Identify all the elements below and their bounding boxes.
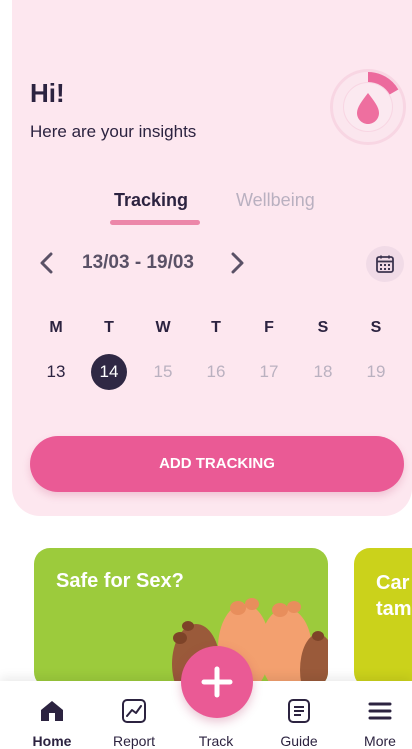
home-screen: Hi! Here are your insights Tracking Well… <box>0 0 412 749</box>
weekday-label: W <box>155 319 171 336</box>
calendar-icon <box>376 255 394 273</box>
date-cell[interactable]: 17 <box>251 354 287 390</box>
weekday-label: S <box>317 319 329 336</box>
chart-icon <box>122 699 146 723</box>
date-cell[interactable]: 16 <box>198 354 234 390</box>
nav-guide-label: Guide <box>280 733 318 749</box>
date-cell[interactable]: 13 <box>38 354 74 390</box>
article-card-safe-for-sex[interactable]: Safe for Sex? <box>34 548 328 688</box>
weekday-row: M T W T F S S <box>12 310 412 340</box>
nav-more[interactable]: More <box>345 681 412 749</box>
greeting-title: Hi! <box>30 78 65 108</box>
calendar-button[interactable] <box>366 246 404 282</box>
menu-icon <box>368 702 392 720</box>
article-title: Car tam <box>376 572 412 620</box>
nav-home-label: Home <box>32 733 72 749</box>
date-cell[interactable]: 18 <box>305 354 341 390</box>
date-cell[interactable]: 15 <box>145 354 181 390</box>
add-tracking-button[interactable]: ADD TRACKING <box>30 436 404 492</box>
insights-subtitle: Here are your insights <box>30 122 197 141</box>
weekday-label: T <box>211 319 221 336</box>
date-cell-selected[interactable]: 14 <box>91 354 127 390</box>
week-range-label: 13/03 - 19/03 <box>82 252 194 273</box>
home-icon <box>41 701 63 721</box>
weekday-label: M <box>49 319 63 336</box>
weekday-label: F <box>264 319 274 336</box>
droplet-ring-icon[interactable] <box>328 67 408 147</box>
date-row: 13 14 15 16 17 18 19 <box>12 354 412 390</box>
weekday-label: S <box>370 319 382 336</box>
week-navigator: 13/03 - 19/03 <box>12 246 412 282</box>
nav-report[interactable]: Report <box>99 681 169 749</box>
chevron-right-icon[interactable] <box>224 250 250 276</box>
track-add-button[interactable] <box>181 646 253 718</box>
tab-wellbeing[interactable]: Wellbeing <box>236 190 315 211</box>
weekday-label: T <box>104 319 114 336</box>
nav-more-label: More <box>364 733 396 749</box>
nav-home[interactable]: Home <box>17 681 87 749</box>
tab-tracking[interactable]: Tracking <box>114 190 188 211</box>
nav-guide[interactable]: Guide <box>264 681 334 749</box>
plus-icon <box>201 666 233 698</box>
active-tab-indicator <box>110 220 200 225</box>
date-cell[interactable]: 19 <box>358 354 394 390</box>
chevron-left-icon[interactable] <box>34 250 60 276</box>
insights-tabs: Tracking Wellbeing <box>12 190 412 230</box>
document-icon <box>288 699 310 723</box>
article-card-next[interactable]: Car tam <box>354 548 412 688</box>
nav-report-label: Report <box>112 733 156 749</box>
nav-track-label: Track <box>198 733 234 749</box>
insights-card: Hi! Here are your insights Tracking Well… <box>12 0 412 516</box>
